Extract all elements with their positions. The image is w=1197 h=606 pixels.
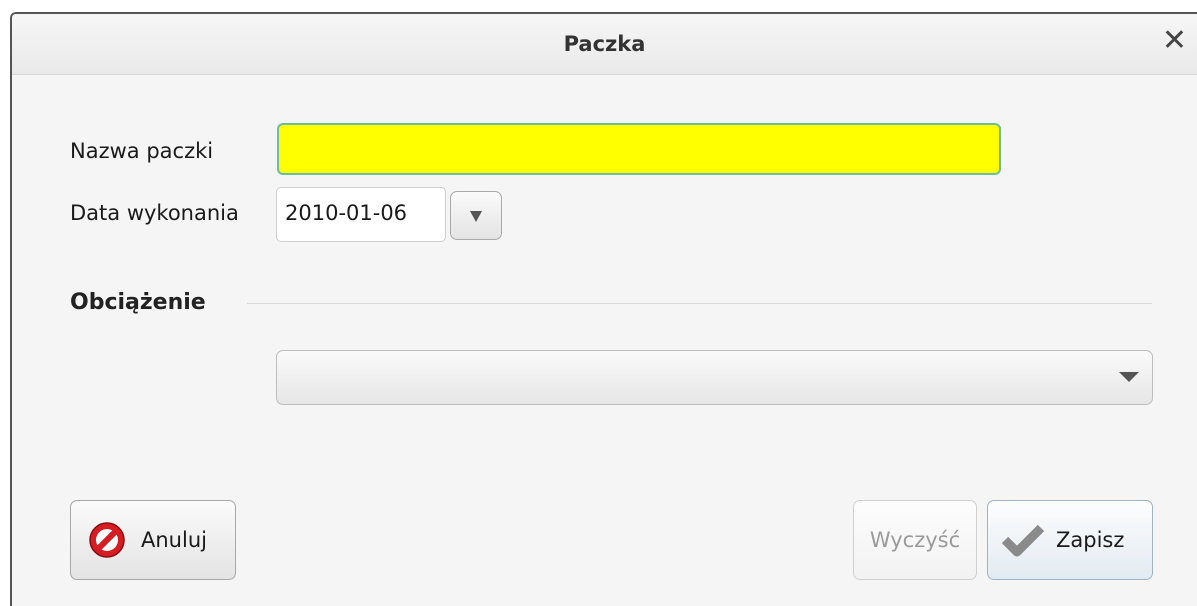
close-icon: ✕ <box>1161 23 1187 58</box>
clear-label: Wyczyść <box>869 528 961 552</box>
date-input[interactable]: 2010-01-06 <box>276 187 446 242</box>
triangle-down-icon <box>1119 372 1139 382</box>
dialog-title: Paczka <box>563 32 646 56</box>
clear-button[interactable]: Wyczyść <box>853 500 977 580</box>
date-picker-button[interactable] <box>450 191 502 240</box>
cancel-button[interactable]: Anuluj <box>70 500 236 580</box>
title-bar: Paczka ✕ <box>12 14 1197 75</box>
package-name-input[interactable] <box>277 123 1001 175</box>
section-divider <box>247 303 1152 304</box>
obciazenie-combo[interactable] <box>276 350 1153 405</box>
date-value: 2010-01-06 <box>285 201 408 225</box>
save-button[interactable]: Zapisz <box>987 500 1153 580</box>
dialog-window: Paczka ✕ Nazwa paczki Data wykonania 201… <box>10 12 1197 606</box>
section-title: Obciążenie <box>70 290 206 315</box>
close-button[interactable]: ✕ <box>1162 26 1187 56</box>
checkmark-icon <box>1001 524 1045 557</box>
name-label: Nazwa paczki <box>70 139 214 163</box>
cancel-label: Anuluj <box>141 528 207 552</box>
date-label: Data wykonania <box>70 201 239 225</box>
save-label: Zapisz <box>1056 528 1125 552</box>
triangle-down-icon <box>470 210 482 222</box>
forbidden-icon <box>89 522 125 558</box>
